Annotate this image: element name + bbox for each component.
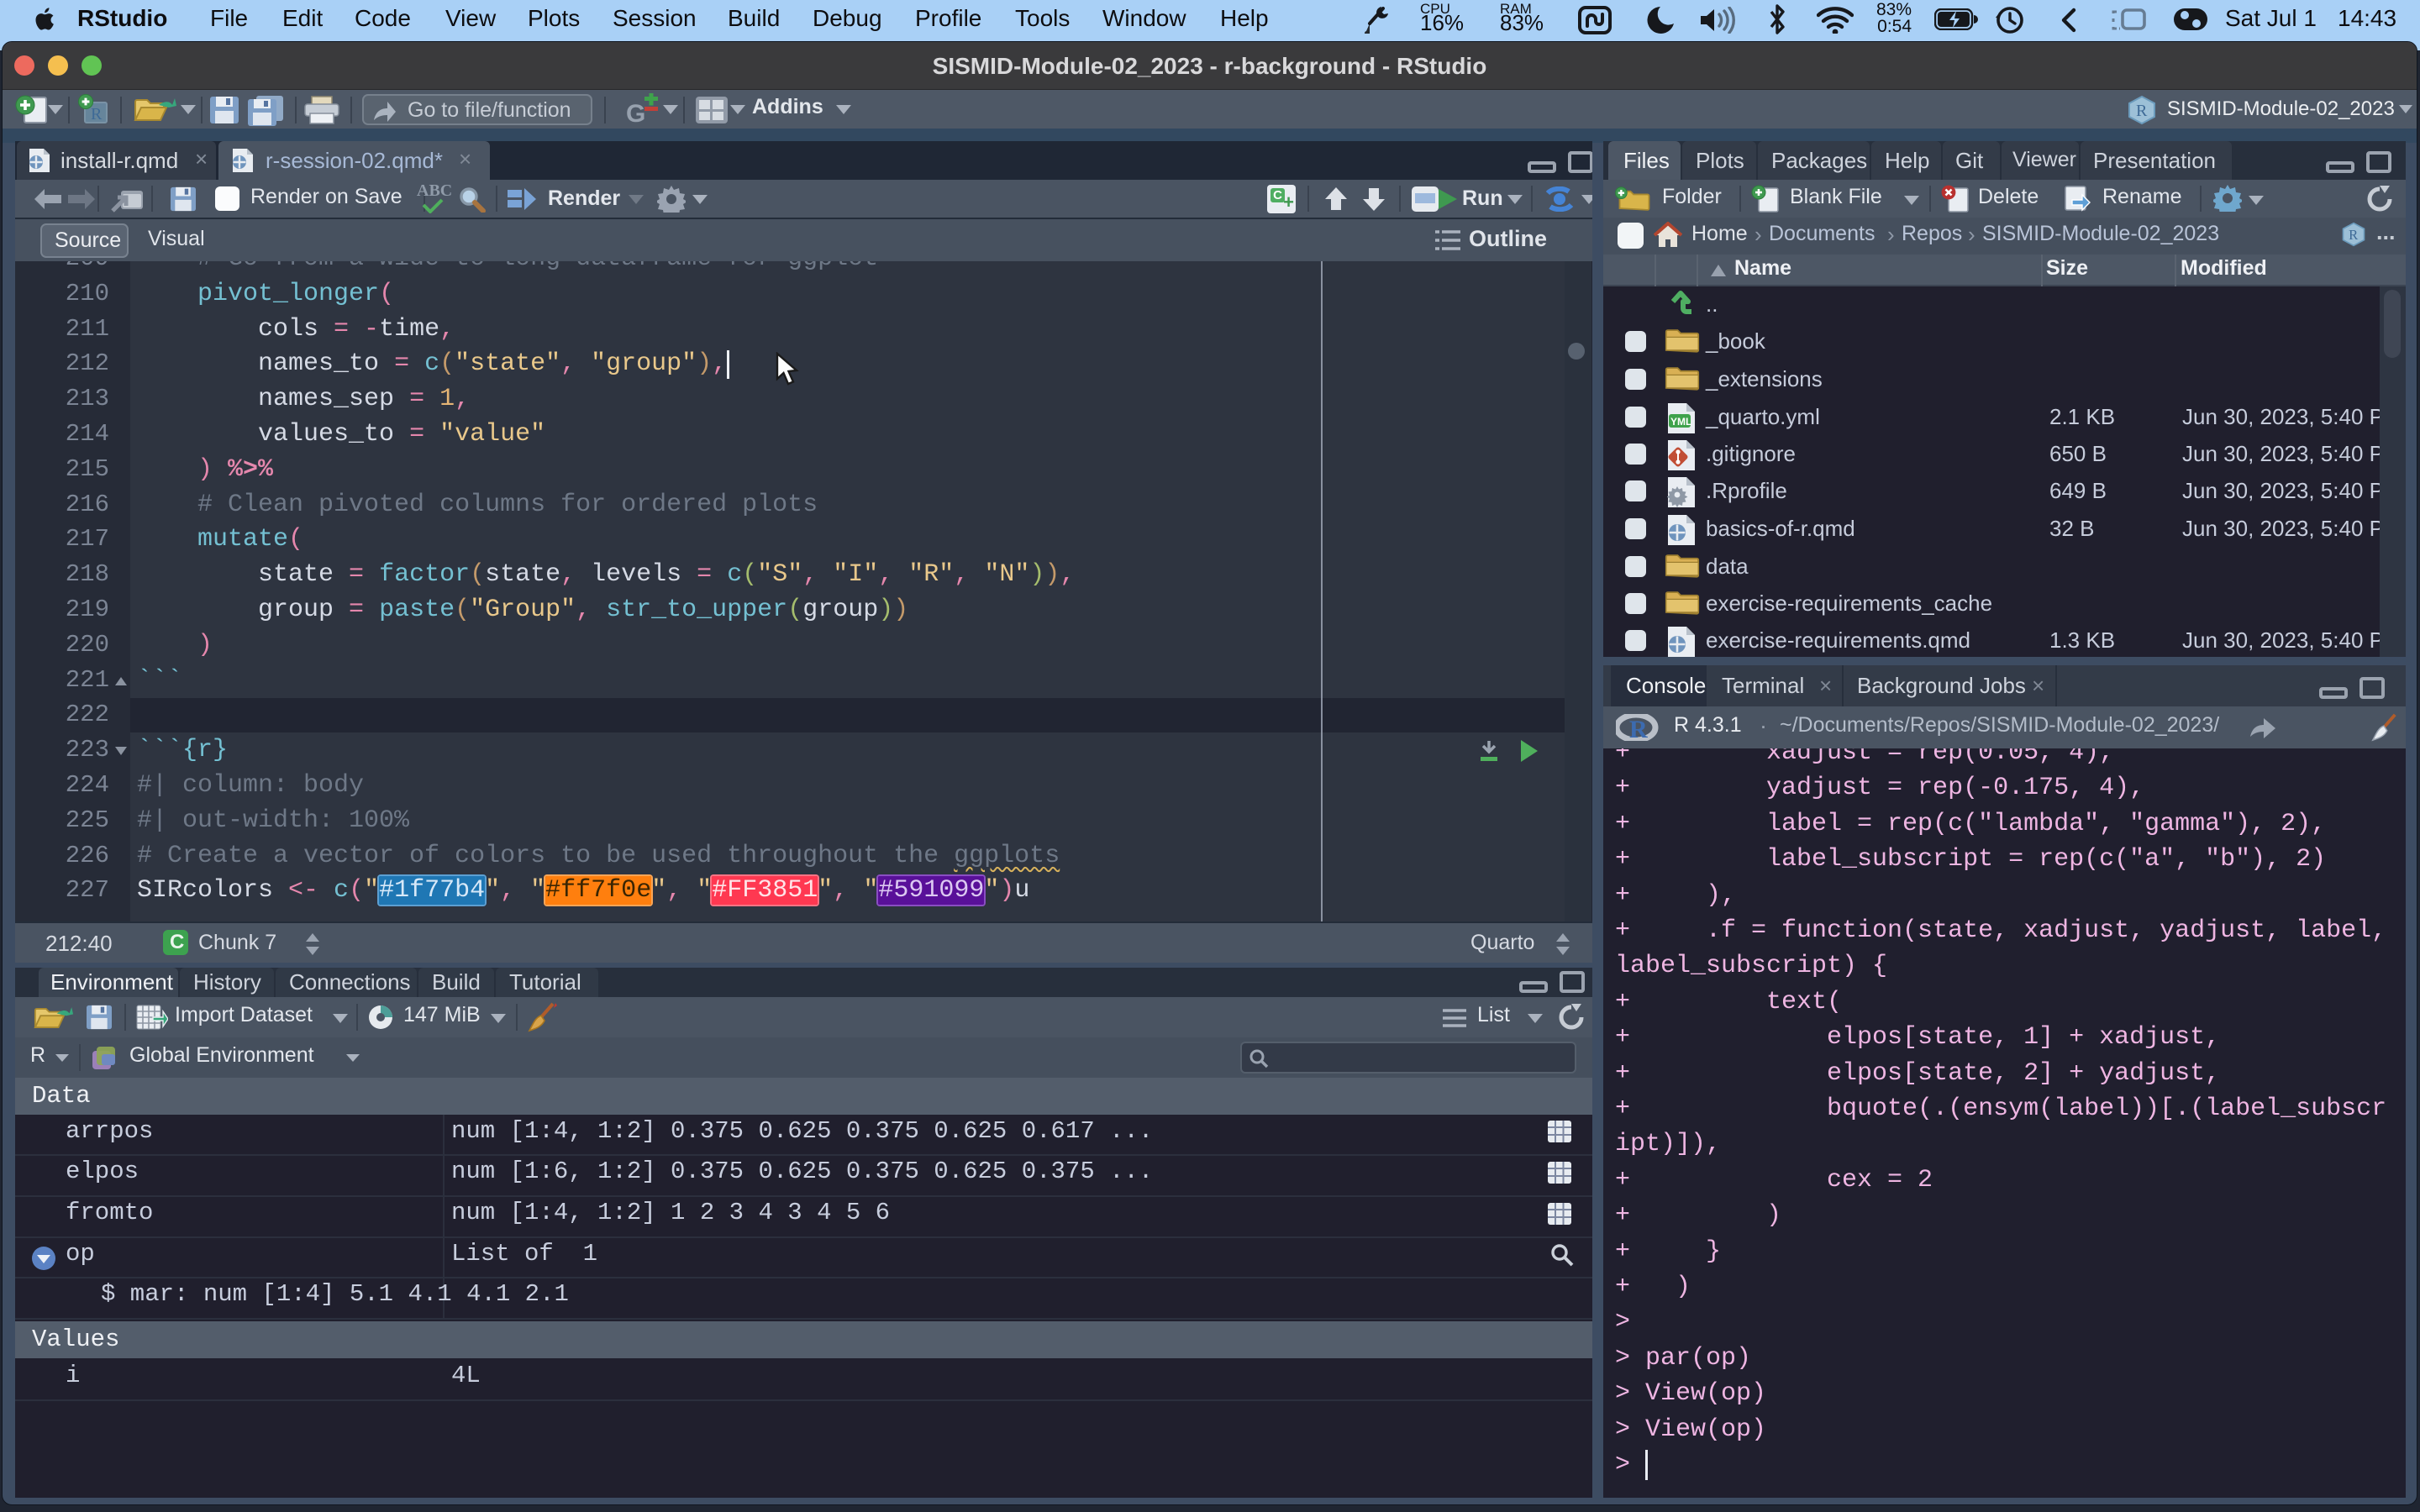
svg-text:G: G bbox=[626, 100, 645, 127]
svg-text:R: R bbox=[91, 105, 103, 123]
svg-text:R: R bbox=[1629, 716, 1648, 741]
svg-text:R: R bbox=[2136, 102, 2148, 120]
svg-text:R: R bbox=[2349, 227, 2359, 243]
svg-text:YML: YML bbox=[1670, 416, 1691, 428]
